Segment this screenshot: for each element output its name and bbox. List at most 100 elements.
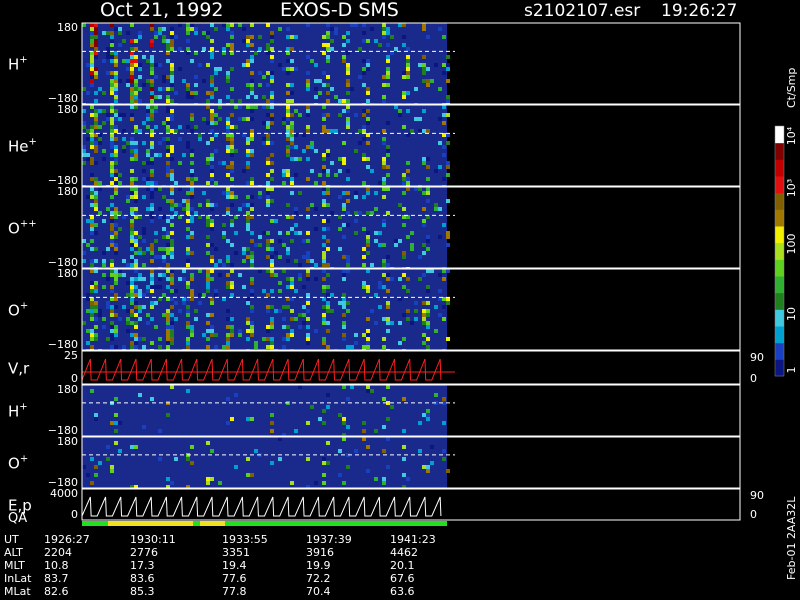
heatmap-cell: [286, 203, 290, 207]
heatmap-cell: [86, 473, 90, 477]
heatmap-cell: [326, 285, 330, 289]
heatmap-cell: [150, 219, 154, 223]
heatmap-cell: [206, 63, 210, 67]
heatmap-cell: [270, 255, 274, 259]
heatmap-cell: [238, 207, 242, 211]
heatmap-cell: [314, 227, 318, 231]
heatmap-cell: [290, 141, 294, 145]
heatmap-cell: [242, 39, 246, 43]
heatmap-cell: [190, 289, 194, 293]
heatmap-cell: [250, 153, 254, 157]
heatmap-cell: [282, 345, 286, 349]
heatmap-cell: [326, 83, 330, 87]
heatmap-cell: [286, 129, 290, 133]
heatmap-cell: [110, 421, 114, 425]
heatmap-cell: [142, 239, 146, 243]
heatmap-cell: [114, 173, 118, 177]
heatmap-cell: [358, 211, 362, 215]
heatmap-cell: [162, 259, 166, 263]
heatmap-cell: [306, 325, 310, 329]
heatmap-cell: [130, 137, 134, 141]
heatmap-cell: [198, 63, 202, 67]
heatmap-cell: [166, 87, 170, 91]
heatmap-cell: [286, 35, 290, 39]
heatmap-cell: [226, 255, 230, 259]
heatmap-cell: [290, 121, 294, 125]
heatmap-cell: [366, 39, 370, 43]
heatmap-cell: [198, 203, 202, 207]
heatmap-cell: [94, 125, 98, 129]
heatmap-cell: [94, 121, 98, 125]
heatmap-cell: [206, 121, 210, 125]
heatmap-cell: [142, 161, 146, 165]
heatmap-cell: [126, 321, 130, 325]
heatmap-cell: [82, 251, 86, 255]
heatmap-cell: [222, 223, 226, 227]
heatmap-cell: [110, 87, 114, 91]
heatmap-cell: [94, 207, 98, 211]
heatmap-cell: [374, 239, 378, 243]
heatmap-cell: [294, 157, 298, 161]
right-tick-top: 90: [750, 351, 764, 364]
heatmap-cell: [150, 99, 154, 103]
heatmap-cell: [226, 95, 230, 99]
heatmap-cell: [406, 47, 410, 51]
colorbar-segment: [775, 276, 784, 294]
heatmap-cell: [110, 165, 114, 169]
colorbar-segment: [775, 192, 784, 210]
heatmap-cell: [98, 141, 102, 145]
heatmap-cell: [226, 75, 230, 79]
heatmap-cell: [114, 231, 118, 235]
heatmap-cell: [362, 333, 366, 337]
heatmap-cell: [170, 113, 174, 117]
heatmap-cell: [150, 243, 154, 247]
heatmap-cell: [366, 469, 370, 473]
heatmap-cell: [102, 149, 106, 153]
heatmap-cell: [250, 309, 254, 313]
heatmap-cell: [270, 141, 274, 145]
heatmap-cell: [102, 263, 106, 267]
heatmap-cell: [382, 23, 386, 27]
heatmap-cell: [118, 113, 122, 117]
heatmap-cell: [122, 39, 126, 43]
table-cell: 82.6: [44, 585, 69, 598]
heatmap-cell: [318, 417, 322, 421]
heatmap-cell: [326, 23, 330, 27]
heatmap-cell: [170, 481, 174, 485]
heatmap-cell: [170, 337, 174, 341]
heatmap-cell: [342, 305, 346, 309]
heatmap-cell: [262, 337, 266, 341]
heatmap-cell: [150, 105, 154, 109]
heatmap-cell: [170, 145, 174, 149]
heatmap-cell: [110, 161, 114, 165]
heatmap-cell: [434, 305, 438, 309]
heatmap-cell: [402, 71, 406, 75]
heatmap-cell: [154, 325, 158, 329]
heatmap-cell: [426, 337, 430, 341]
heatmap-cell: [290, 481, 294, 485]
heatmap-cell: [210, 23, 214, 27]
y-tick-max: 25: [64, 349, 78, 362]
heatmap-cell: [270, 321, 274, 325]
heatmap-cell: [130, 345, 134, 349]
heatmap-cell: [278, 437, 282, 441]
heatmap-cell: [362, 129, 366, 133]
heatmap-cell: [190, 177, 194, 181]
heatmap-cell: [354, 191, 358, 195]
heatmap-cell: [118, 181, 122, 185]
heatmap-cell: [326, 47, 330, 51]
heatmap-cell: [250, 177, 254, 181]
heatmap-cell: [218, 161, 222, 165]
heatmap-cell: [126, 309, 130, 313]
heatmap-cell: [342, 59, 346, 63]
heatmap-cell: [346, 425, 350, 429]
heatmap-cell: [90, 137, 94, 141]
heatmap-cell: [382, 99, 386, 103]
table-cell: 3351: [222, 546, 250, 559]
heatmap-cell: [306, 145, 310, 149]
heatmap-cell: [286, 251, 290, 255]
heatmap-cell: [130, 243, 134, 247]
heatmap-cell: [130, 255, 134, 259]
heatmap-cell: [266, 195, 270, 199]
heatmap-cell: [282, 173, 286, 177]
